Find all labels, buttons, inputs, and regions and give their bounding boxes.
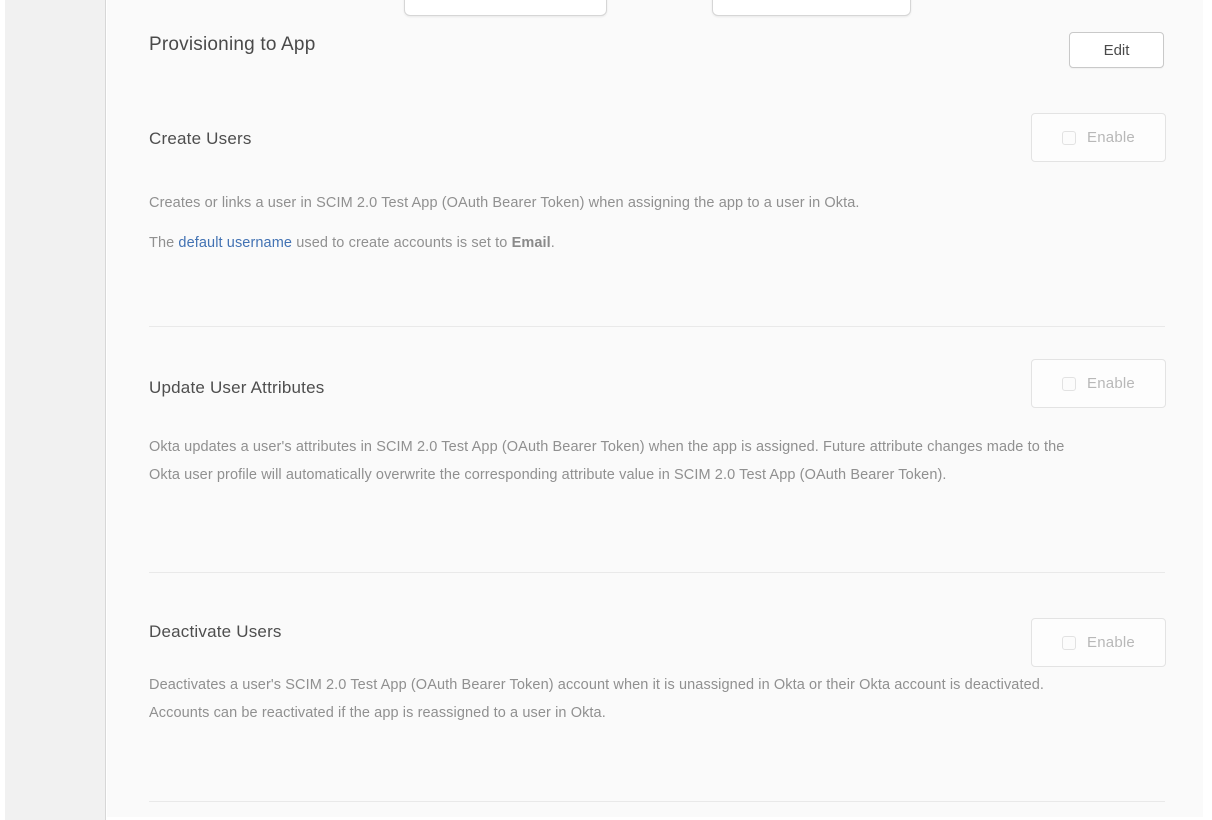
page-title: Provisioning to App: [149, 34, 315, 56]
enable-button-update-user-attributes[interactable]: Enable: [1031, 359, 1166, 408]
section-title-update-user-attributes: Update User Attributes: [149, 378, 324, 398]
enable-label: Enable: [1087, 129, 1135, 146]
note-middle: used to create accounts is set to: [292, 235, 512, 251]
main-content: Provisioning to App Edit Create Users En…: [107, 0, 1203, 817]
section-desc-deactivate-users: Deactivates a user's SCIM 2.0 Test App (…: [149, 671, 1099, 727]
enable-label: Enable: [1087, 634, 1135, 651]
section-divider: [149, 801, 1165, 802]
section-desc-update-user-attributes: Okta updates a user's attributes in SCIM…: [149, 433, 1099, 489]
section-desc-create-users: Creates or links a user in SCIM 2.0 Test…: [149, 189, 860, 217]
default-username-link[interactable]: default username: [178, 235, 292, 251]
note-bold-value: Email: [512, 235, 551, 251]
left-nav-panel: [5, 0, 106, 820]
enable-checkbox-create-users[interactable]: [1062, 131, 1076, 145]
top-field-right[interactable]: [712, 0, 911, 16]
note-prefix: The: [149, 235, 178, 251]
enable-label: Enable: [1087, 375, 1135, 392]
section-title-create-users: Create Users: [149, 129, 252, 149]
section-title-deactivate-users: Deactivate Users: [149, 622, 282, 642]
enable-button-create-users[interactable]: Enable: [1031, 113, 1166, 162]
top-field-left[interactable]: [404, 0, 607, 16]
default-username-note: The default username used to create acco…: [149, 229, 555, 257]
enable-checkbox-deactivate-users[interactable]: [1062, 636, 1076, 650]
enable-button-deactivate-users[interactable]: Enable: [1031, 618, 1166, 667]
section-divider: [149, 572, 1165, 573]
edit-button[interactable]: Edit: [1069, 32, 1164, 68]
note-suffix: .: [551, 235, 555, 251]
section-divider: [149, 326, 1165, 327]
enable-checkbox-update-user-attributes[interactable]: [1062, 377, 1076, 391]
